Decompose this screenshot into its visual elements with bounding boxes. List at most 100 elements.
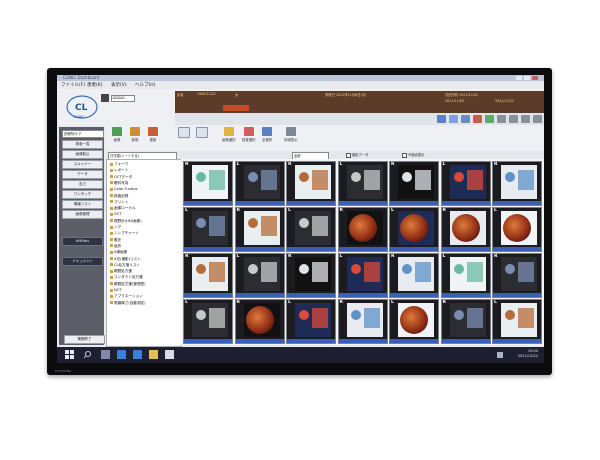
tree-item[interactable]: シンプチャート [110, 231, 139, 236]
patient-id-field[interactable]: 100000 [111, 95, 135, 102]
toolbar-select-all-button[interactable]: 全選択 [262, 127, 272, 142]
tree-item[interactable]: 眼圧 [110, 238, 121, 243]
tool-exit-icon[interactable] [533, 115, 542, 123]
tool-print-icon[interactable] [437, 115, 446, 123]
tree-item[interactable]: NCT [110, 288, 121, 292]
tree-item[interactable]: フォーマ [110, 162, 128, 167]
image-thumbnail[interactable]: R [234, 299, 285, 344]
image-thumbnail[interactable]: R [337, 207, 388, 252]
image-thumbnail[interactable]: L [183, 299, 233, 344]
tree-item[interactable]: 眼科写真 [110, 181, 128, 186]
sidebar-button-hmnav[interactable]: HM/Nav [62, 237, 103, 246]
image-thumbnail[interactable]: R [389, 253, 439, 298]
taskbar-clock[interactable]: 10:00 2021/12/22 [518, 349, 538, 359]
tree-item[interactable]: OCTデータ [110, 175, 132, 180]
tree-item[interactable]: シグ [110, 225, 121, 230]
image-thumbnail[interactable]: L [440, 253, 491, 298]
tree-item[interactable]: OCT [110, 212, 122, 216]
network-icon[interactable] [497, 352, 503, 358]
toolbar-update-button[interactable]: 更新 [148, 127, 158, 142]
toolbar-new-button[interactable]: 新規 [130, 127, 140, 142]
tree-item[interactable]: CL処方箋リスト [110, 263, 140, 268]
sidebar-button-info-list[interactable]: 情報リスト [62, 200, 103, 209]
image-thumbnail[interactable]: R [183, 253, 233, 298]
tool-lock-icon[interactable] [509, 115, 518, 123]
sidebar-button-scanner[interactable]: スキャナー [62, 160, 103, 169]
image-thumbnail[interactable]: R [440, 299, 491, 344]
image-thumbnail[interactable]: R [286, 161, 336, 206]
sidebar-button-search[interactable]: 検索一覧 [62, 140, 103, 149]
app-clinic-icon[interactable] [117, 350, 126, 359]
close-button[interactable] [532, 76, 538, 80]
tree-item[interactable]: X線画像 [110, 250, 127, 255]
exit-work-button[interactable]: 業務終了 [64, 335, 105, 344]
image-thumbnail[interactable]: L [286, 299, 336, 344]
toolbar-detail-button[interactable]: 詳細表示 [284, 127, 298, 142]
image-thumbnail[interactable]: L [389, 207, 439, 252]
image-thumbnail[interactable]: L [183, 207, 233, 252]
tool-mail-icon[interactable] [449, 115, 458, 123]
tool-check-icon[interactable] [485, 115, 494, 123]
tree-item[interactable]: プリント [110, 200, 128, 205]
toolbar-exam-select-button[interactable]: 検査選択 [242, 127, 256, 142]
image-thumbnail[interactable]: L [286, 207, 336, 252]
image-thumbnail[interactable]: R [183, 161, 233, 206]
sidebar-button-data[interactable]: データ [62, 170, 103, 179]
tool-grid-icon[interactable] [461, 115, 470, 123]
maximize-button[interactable] [524, 76, 530, 80]
tool-help-icon[interactable] [521, 115, 530, 123]
app-viewer-icon[interactable] [133, 350, 142, 359]
menu-view[interactable]: 表示(V) [111, 82, 127, 88]
department-select[interactable]: 診療所/ケア [62, 130, 104, 138]
tree-item[interactable]: 画像ローカル [110, 206, 136, 211]
tree-item[interactable]: 角膜厚さ(自動測定) [110, 301, 146, 306]
toolbar-image-button[interactable]: 画像 [112, 127, 122, 142]
image-thumbnail[interactable]: L [492, 299, 542, 344]
tree-item[interactable]: コンタクト処方箋 [110, 275, 143, 280]
tree-item[interactable]: 眼鏡処方箋(管理表) [110, 282, 146, 287]
checkbox-capture-data[interactable]: 撮影データ [346, 152, 368, 158]
sidebar-button-onetouch[interactable]: ワンタッチ [62, 190, 103, 199]
image-thumbnail[interactable]: R [234, 207, 285, 252]
image-thumbnail[interactable]: L [440, 161, 491, 206]
tree-item[interactable]: X光(撮影)リスト [110, 257, 141, 262]
toolbar-frame-button[interactable] [178, 127, 190, 139]
task-view-icon[interactable] [101, 350, 110, 359]
tree-item[interactable]: レポート [110, 168, 128, 173]
toolbar-image-select-button[interactable]: 画像選択 [222, 127, 236, 142]
search-icon[interactable] [83, 350, 92, 359]
toolbar-window-button[interactable] [196, 127, 208, 139]
tree-item[interactable]: 視野計(HFA画像) [110, 219, 142, 224]
tool-settings-icon[interactable] [497, 115, 506, 123]
checkbox-incompatible[interactable]: 不適合表示 [402, 152, 424, 158]
tree-item[interactable]: 屈折 [110, 244, 121, 249]
sidebar-button-document[interactable]: ドキュメント [62, 257, 103, 266]
sidebar-button-image-manage[interactable]: 画像管理 [62, 210, 103, 219]
image-thumbnail[interactable]: R [492, 161, 542, 206]
windows-start-icon[interactable] [65, 350, 74, 359]
image-thumbnail[interactable]: R [440, 207, 491, 252]
file-explorer-icon[interactable] [149, 350, 158, 359]
minimize-button[interactable] [516, 76, 522, 80]
tool-alert-icon[interactable] [473, 115, 482, 123]
tree-item[interactable]: Color Fundus [110, 187, 137, 191]
image-thumbnail[interactable]: R [337, 299, 388, 344]
image-thumbnail[interactable]: L [389, 299, 439, 344]
image-thumbnail[interactable]: L [234, 161, 285, 206]
image-thumbnail[interactable]: L [337, 161, 388, 206]
image-thumbnail[interactable]: L [234, 253, 285, 298]
image-thumbnail[interactable]: L [492, 207, 542, 252]
image-thumbnail[interactable]: L [337, 253, 388, 298]
tree-item[interactable]: 検査記録 [110, 194, 128, 199]
app-notes-icon[interactable] [165, 350, 174, 359]
menu-help[interactable]: ヘルプ(H) [135, 82, 155, 88]
tree-item[interactable]: 眼鏡処方箋 [110, 269, 132, 274]
menu-patient[interactable]: 患者(K) [87, 82, 102, 88]
image-thumbnail[interactable]: R [286, 253, 336, 298]
menu-file[interactable]: ファイル(F) [61, 82, 85, 88]
tree-item[interactable]: アプラネーション [110, 294, 143, 299]
image-thumbnail[interactable]: R [389, 161, 439, 206]
image-thumbnail[interactable]: R [492, 253, 542, 298]
sidebar-button-import[interactable]: 画像取込 [62, 150, 103, 159]
sidebar-button-output[interactable]: 出力 [62, 180, 103, 189]
